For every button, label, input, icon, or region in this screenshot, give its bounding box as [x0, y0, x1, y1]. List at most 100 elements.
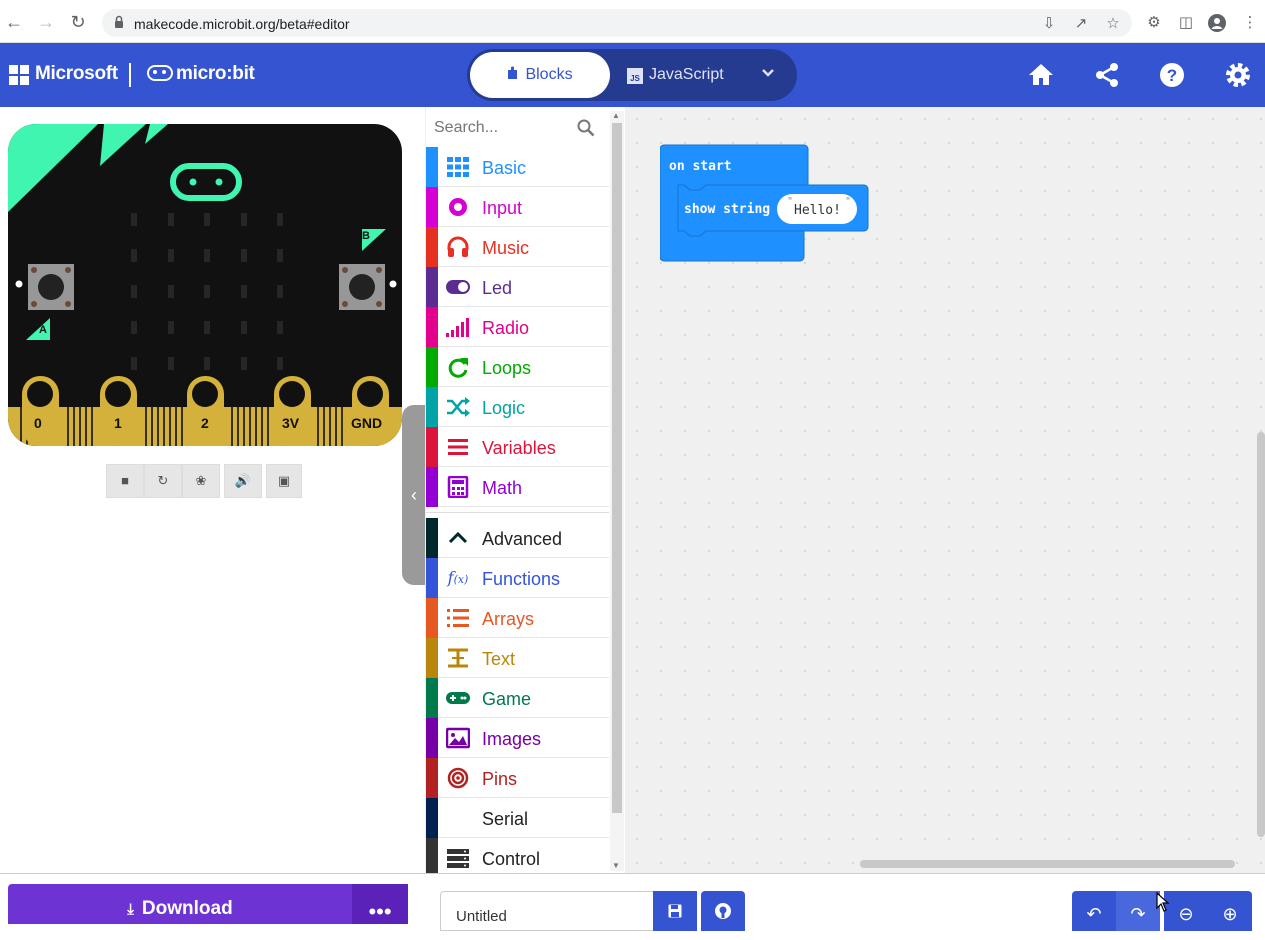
simulator-panel: A B 0 1 2 3V GND ■ ↻ ❀ 🔊 ▣ [0, 107, 405, 877]
workspace-vertical-scrollbar[interactable] [1257, 432, 1265, 837]
category-label: Images [482, 729, 542, 749]
serial-icon [446, 807, 470, 829]
scroll-up-arrow-icon[interactable]: ▲ [612, 111, 620, 120]
microbit-board[interactable]: A B 0 1 2 3V GND [8, 124, 402, 446]
chevron-down-icon[interactable] [757, 65, 779, 85]
category-functions[interactable]: f(x) Functions [426, 558, 609, 598]
blocks-tab-label: Blocks [525, 66, 573, 83]
project-name-input[interactable] [440, 891, 654, 931]
function-icon: f(x) [447, 568, 469, 587]
headphones-icon [447, 236, 469, 257]
profile-avatar-icon[interactable] [1208, 14, 1226, 32]
category-label: Pins [482, 769, 518, 789]
category-basic[interactable]: Basic [426, 147, 609, 187]
bookmark-star-icon[interactable]: ☆ [1104, 15, 1122, 33]
pin-3v-label: 3V [282, 415, 300, 431]
header-divider [129, 63, 131, 87]
blocks-tab[interactable]: Blocks [470, 52, 610, 98]
numbered-list-icon [447, 609, 469, 627]
category-music[interactable]: Music [426, 227, 609, 267]
product-name: micro:bit [176, 63, 255, 84]
blocks-workspace[interactable]: on start show string " Hello! " [625, 107, 1265, 873]
category-label: Control [482, 849, 541, 869]
browser-menu-icon[interactable]: ⋮ [1241, 14, 1259, 32]
text-icon [448, 648, 468, 668]
save-floppy-icon[interactable] [653, 891, 697, 931]
shuffle-icon [447, 397, 470, 417]
url-text: makecode.microbit.org/beta#editor [134, 16, 350, 32]
extensions-icon[interactable]: ⚙ [1145, 14, 1163, 32]
home-icon[interactable] [1027, 61, 1055, 89]
back-arrow-icon[interactable]: ← [4, 12, 24, 32]
install-app-icon[interactable]: ⇩ [1040, 15, 1058, 33]
string-quote-open: " [787, 196, 794, 207]
category-led[interactable]: Led [426, 267, 609, 307]
category-label: Game [482, 689, 532, 709]
more-options-dots-icon[interactable]: ••• [352, 884, 408, 924]
share-page-icon[interactable]: ↗ [1072, 15, 1090, 33]
collapse-simulator-chevron-left-icon[interactable]: ‹ [402, 405, 426, 585]
toggle-icon [446, 280, 470, 294]
calculator-icon [447, 476, 469, 498]
category-label: Math [482, 478, 523, 498]
category-arrays[interactable]: Arrays [426, 598, 609, 638]
category-images[interactable]: Images [426, 718, 609, 758]
category-input[interactable]: Input [426, 187, 609, 227]
address-bar[interactable]: makecode.microbit.org/beta#editor ⇩ ↗ ☆ [102, 9, 1132, 37]
workspace-horizontal-scrollbar[interactable] [860, 860, 1235, 868]
pin-2-label[interactable]: 2 [201, 415, 209, 431]
microbit-logo-icon [147, 65, 173, 81]
chevron-up-icon [448, 531, 468, 544]
settings-gear-icon[interactable] [1224, 61, 1252, 89]
toolbox-scrollbar[interactable]: ▲ ▼ [610, 111, 624, 871]
category-loops[interactable]: Loops [426, 347, 609, 387]
string-quote-close: " [845, 196, 852, 207]
category-label: Basic [482, 158, 527, 178]
forward-arrow-icon[interactable]: → [36, 12, 56, 32]
string-value-field[interactable]: Hello! [794, 203, 841, 218]
pin-1-label[interactable]: 1 [114, 415, 122, 431]
side-panel-icon[interactable]: ◫ [1177, 14, 1195, 32]
javascript-tab[interactable]: JS JavaScript [627, 52, 747, 98]
mute-speaker-icon[interactable]: 🔊 [224, 464, 262, 498]
undo-icon[interactable]: ↶ [1072, 891, 1116, 931]
github-icon[interactable] [701, 891, 745, 931]
server-icon [447, 849, 469, 868]
category-control[interactable]: Control [426, 838, 609, 873]
category-radio[interactable]: Radio [426, 307, 609, 347]
category-variables[interactable]: Variables [426, 427, 609, 467]
help-icon[interactable]: ? [1158, 61, 1186, 89]
share-icon[interactable] [1093, 61, 1121, 89]
show-string-label: show string [684, 202, 771, 217]
puzzle-icon [508, 66, 518, 79]
category-serial[interactable]: Serial [426, 798, 609, 838]
category-text[interactable]: Text [426, 638, 609, 678]
stop-icon[interactable]: ■ [106, 464, 144, 498]
debug-bug-icon[interactable]: ❀ [182, 464, 220, 498]
category-game[interactable]: Game [426, 678, 609, 718]
download-button[interactable]: ⤓ Download [8, 884, 352, 924]
zoom-out-icon[interactable]: ⊖ [1164, 891, 1208, 931]
zoom-in-icon[interactable]: ⊕ [1208, 891, 1252, 931]
reload-icon[interactable]: ↻ [68, 12, 88, 32]
fullscreen-icon[interactable]: ▣ [266, 464, 302, 498]
restart-icon[interactable]: ↻ [144, 464, 182, 498]
microsoft-logo-icon [9, 65, 29, 85]
image-icon [446, 727, 470, 749]
toolbox-scrollbar-thumb[interactable] [612, 123, 622, 813]
category-advanced[interactable]: Advanced [426, 518, 609, 558]
category-label: Advanced [482, 529, 563, 549]
pin-gnd-label: GND [351, 415, 383, 431]
editor-bottom-bar: ⤓ Download ••• ↶ ↷ ⊖ ⊕ [0, 873, 1265, 931]
redo-icon[interactable]: ↷ [1116, 891, 1160, 931]
scroll-down-arrow-icon[interactable]: ▼ [612, 861, 620, 870]
lock-icon [115, 15, 123, 28]
search-icon[interactable] [577, 119, 595, 137]
toolbox: Basic Input Music Led Radio Loops Logic … [425, 107, 625, 873]
category-label: Serial [482, 809, 529, 829]
pin-0-label[interactable]: 0 [34, 415, 42, 431]
category-logic[interactable]: Logic [426, 387, 609, 427]
category-math[interactable]: Math [426, 467, 609, 507]
brand-name: Microsoft [35, 63, 118, 84]
category-pins[interactable]: Pins [426, 758, 609, 798]
